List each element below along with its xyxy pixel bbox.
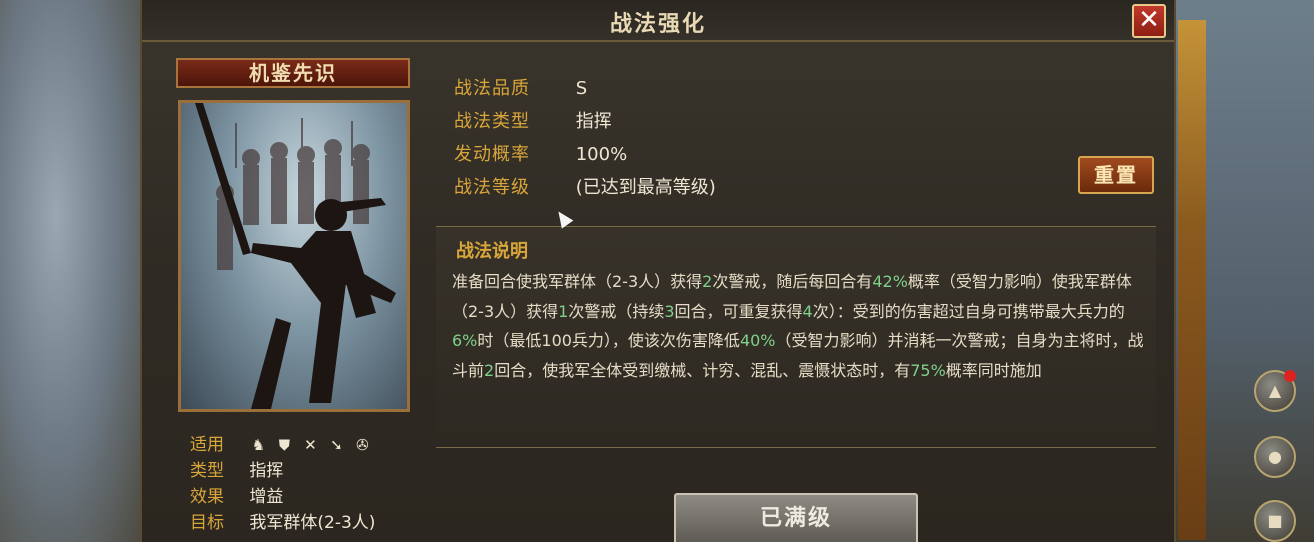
info-label: 战法品质 — [454, 78, 530, 99]
attr-value: 我军群体(2-3人) — [249, 513, 376, 533]
attr-row-applicable: 适用 ♞ ⛊ ✕ ➘ ✇ — [190, 430, 371, 455]
description-segment: 次警戒，随后每回合有 — [712, 272, 873, 291]
attr-label: 效果 — [190, 487, 224, 507]
title-bar: 战法强化 ✕ — [142, 0, 1174, 42]
tactic-card-art — [178, 100, 410, 412]
description-title: 战法说明 — [456, 241, 528, 262]
attr-label: 目标 — [190, 513, 224, 533]
description-segment: 次警戒（持续 — [568, 301, 665, 321]
archer-icon: ✕ — [304, 436, 317, 454]
background-banner — [1178, 20, 1206, 540]
attr-row-effect: 效果 增益 — [190, 482, 284, 507]
side-menu-button-1[interactable]: ▲ — [1254, 370, 1296, 412]
tactic-upgrade-dialog: 战法强化 ✕ 机鉴先识 适用 ♞ ⛊ ✕ ➘ ✇ 类型 指挥 效果 增益 目标 … — [140, 0, 1176, 542]
tactic-name: 机鉴先识 — [176, 58, 410, 88]
background-left — [0, 0, 140, 542]
info-label: 战法等级 — [454, 177, 530, 198]
attr-label: 类型 — [190, 461, 224, 481]
notification-dot — [1284, 370, 1296, 382]
description-segment: 概率同时施加 — [945, 360, 1042, 380]
side-menu-button-3[interactable]: ■ — [1254, 500, 1296, 542]
description-panel: 战法说明 准备回合使我军群体（2-3人）获得2次警戒，随后每回合有42%概率（受… — [436, 226, 1156, 448]
info-value: (已达到最高等级) — [575, 177, 716, 198]
shield-icon: ⛊ — [278, 436, 291, 454]
attr-value: 增益 — [249, 487, 284, 507]
highlight-value: 6% — [452, 331, 478, 350]
description-segment: 回合，可重复获得 — [674, 301, 803, 321]
description-text: 准备回合使我军群体（2-3人）获得2次警戒，随后每回合有42%概率（受智力影响）… — [452, 267, 1146, 385]
highlight-value: 3 — [664, 301, 675, 321]
siege-icon: ✇ — [356, 436, 369, 454]
highlight-value: 4 — [802, 301, 813, 321]
info-value: 100% — [575, 144, 628, 165]
spear-icon: ➘ — [330, 436, 343, 454]
attr-value: 指挥 — [249, 461, 284, 481]
info-value: 指挥 — [575, 111, 612, 132]
description-segment: 次）：受到的伤害超过自身可携带最大兵力的 — [812, 301, 1125, 321]
info-level: 战法等级 (已达到最高等级) — [454, 173, 716, 199]
side-menu-button-2[interactable]: ● — [1254, 436, 1296, 478]
attr-row-target: 目标 我军群体(2-3人) — [190, 508, 376, 533]
info-quality: 战法品质 S — [454, 74, 587, 100]
info-value: S — [575, 78, 588, 99]
highlight-value: 2 — [484, 360, 495, 380]
cavalry-icon: ♞ — [251, 436, 266, 454]
highlight-value: 2 — [702, 272, 713, 291]
attr-row-type: 类型 指挥 — [190, 456, 284, 481]
highlight-value: 40% — [739, 331, 776, 350]
close-button[interactable]: ✕ — [1132, 4, 1166, 38]
info-label: 发动概率 — [454, 144, 530, 165]
info-type: 战法类型 指挥 — [454, 107, 612, 133]
info-chance: 发动概率 100% — [454, 140, 627, 166]
dialog-title: 战法强化 — [609, 11, 706, 37]
attr-label: 适用 — [190, 435, 224, 455]
description-segment: 回合，使我军全体受到缴械、计穷、混乱、震慑状态时，有 — [494, 360, 911, 380]
highlight-value: 1 — [558, 301, 569, 321]
highlight-value: 42% — [872, 272, 908, 291]
unit-type-icons: ♞ ⛊ ✕ ➘ ✇ — [249, 436, 371, 454]
highlight-value: 75% — [910, 360, 946, 380]
reset-button[interactable]: 重置 — [1078, 156, 1154, 194]
info-label: 战法类型 — [454, 111, 530, 132]
description-segment: 时（最低100兵力），使该次伤害降低 — [477, 331, 740, 350]
description-segment: 准备回合使我军群体（2-3人）获得 — [452, 272, 703, 291]
max-level-button[interactable]: 已满级 — [674, 493, 918, 542]
